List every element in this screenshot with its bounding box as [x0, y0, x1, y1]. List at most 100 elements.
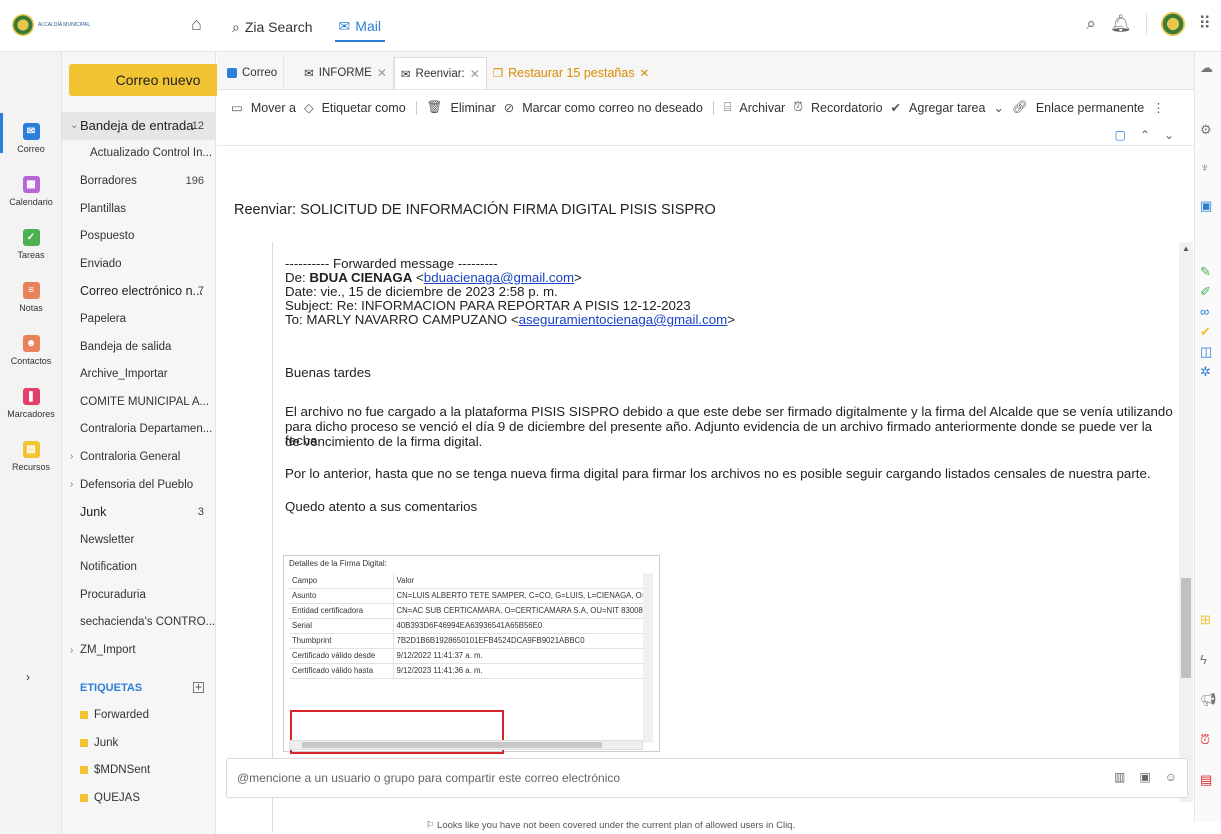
close-icon[interactable]: ✕	[377, 66, 387, 80]
rail-bookmarks[interactable]: ❚ Marcadores	[0, 388, 62, 419]
delete-button[interactable]: Eliminar	[451, 101, 496, 115]
org-logo[interactable]: ALCALDÍA MUNICIPAL	[12, 14, 98, 36]
settings-icon[interactable]: ⚙	[1200, 122, 1212, 138]
mail-tab[interactable]: ✉ Mail	[334, 12, 385, 42]
more-icon[interactable]: ⋮	[1152, 100, 1165, 115]
label-item[interactable]: Junk	[62, 729, 216, 757]
chevron-down-icon[interactable]: ⌄	[993, 100, 1003, 115]
apps-grid-icon[interactable]: ⠿	[1199, 14, 1211, 34]
home-icon[interactable]: ⌂	[191, 14, 202, 35]
calendar-icon[interactable]: ▣	[1200, 198, 1212, 214]
message-scrollbar[interactable]: ▲ ▼	[1179, 242, 1193, 802]
folder-inbox[interactable]: ⌄ Bandeja de entrada 12	[62, 112, 216, 140]
chevron-down-icon[interactable]: ⌄	[1164, 128, 1174, 142]
scrollbar	[643, 573, 653, 743]
folder-item[interactable]: sechacienda's CONTRO...	[62, 609, 216, 637]
label-item[interactable]: Forwarded	[62, 701, 216, 729]
folder-templates[interactable]: Plantillas	[62, 195, 216, 223]
folder-spam[interactable]: Correo electrónico n... 7	[62, 278, 216, 306]
rail-calendar[interactable]: ▦ Calendario	[0, 176, 62, 207]
zia-search-button[interactable]: ⌕ Zia Search	[228, 12, 317, 42]
megaphone-icon[interactable]: 📢︎	[1200, 692, 1217, 708]
folder-item[interactable]: COMITE MUNICIPAL A...	[62, 388, 216, 416]
from-email-link[interactable]: bduacienaga@gmail.com	[424, 270, 574, 285]
rail-resources[interactable]: ▤ Recursos	[0, 441, 62, 472]
move-to-button[interactable]: Mover a	[251, 101, 296, 115]
folder-junk[interactable]: Junk 3	[62, 498, 216, 526]
zia-search-label: Zia Search	[244, 19, 313, 35]
chevron-right-icon[interactable]: ›	[70, 451, 73, 462]
rail-contacts[interactable]: ☻ Contactos	[0, 335, 62, 366]
label-item[interactable]: QUEJAS	[62, 784, 216, 812]
signature-image: Detalles de la Firma Digital: Campo Valor…	[283, 555, 660, 754]
folder-drafts[interactable]: Borradores 196	[62, 167, 216, 195]
tag-as-button[interactable]: Etiquetar como	[322, 101, 406, 115]
chevron-right-icon[interactable]: ›	[70, 479, 73, 490]
add-icon[interactable]: ⊞	[1200, 612, 1211, 628]
clipboard-icon[interactable]: ▣	[1139, 770, 1150, 784]
permalink-button[interactable]: Enlace permanente	[1036, 101, 1144, 115]
mark-spam-button[interactable]: Marcar como correo no deseado	[522, 101, 703, 115]
archive-icon: ⌸	[723, 100, 732, 114]
folder-snoozed[interactable]: Pospuesto	[62, 222, 216, 250]
folder-label: COMITE MUNICIPAL A...	[80, 395, 210, 408]
tab-forward[interactable]: ✉ Reenviar: ✕	[393, 57, 487, 89]
search-icon[interactable]: ⌕	[1086, 14, 1096, 34]
chevron-up-icon[interactable]: ⌃	[1140, 128, 1150, 142]
search-icon: ⌕	[232, 18, 240, 35]
folder-item[interactable]: › Defensoria del Pueblo	[62, 471, 216, 499]
alarm-icon[interactable]: ⏰︎	[1200, 732, 1210, 748]
chart-icon[interactable]: ◫	[1200, 344, 1212, 360]
folder-item[interactable]: Procuraduria	[62, 581, 216, 609]
folder-item[interactable]: › Contraloria General	[62, 443, 216, 471]
scrollbar-thumb	[302, 742, 602, 748]
folder-sent[interactable]: Enviado	[62, 250, 216, 278]
folder-outbox[interactable]: Bandeja de salida	[62, 333, 216, 361]
folder-item[interactable]: Actualizado Control In...	[62, 140, 216, 168]
label-item[interactable]: $MDNSent	[62, 757, 216, 785]
folder-label: Actualizado Control In...	[90, 147, 213, 160]
folder-item[interactable]: Archive_Importar	[62, 360, 216, 388]
tab-mail[interactable]: Correo	[221, 57, 285, 89]
avatar[interactable]	[1160, 12, 1185, 36]
chat-icon[interactable]: ▢	[1115, 128, 1126, 142]
add-task-button[interactable]: Agregar tarea	[909, 101, 985, 115]
emoji-icon[interactable]: ☺	[1165, 770, 1177, 784]
folder-item[interactable]: Contraloria Departamen...	[62, 416, 216, 444]
archive-button[interactable]: Archivar	[739, 101, 785, 115]
chevron-down-icon[interactable]: ⌄	[70, 120, 78, 131]
edit-icon[interactable]: ✎	[1200, 264, 1211, 280]
restore-tabs-button[interactable]: ❐ Restaurar 15 pestañas ✕	[487, 57, 655, 89]
rail-notes[interactable]: ≡ Notas	[0, 282, 62, 313]
close-icon[interactable]: ✕	[470, 67, 480, 81]
tab-informe[interactable]: ✉ INFORME ✕	[298, 57, 394, 89]
attach-icon[interactable]: ▥	[1114, 770, 1125, 784]
rail-tasks[interactable]: ✓ Tareas	[0, 229, 62, 260]
add-label-icon[interactable]: +	[193, 681, 204, 694]
folder-item[interactable]: › ZM_Import	[62, 636, 216, 664]
folder-item[interactable]: Newsletter	[62, 526, 216, 554]
bug-icon[interactable]: ✲	[1200, 364, 1211, 380]
notes-icon[interactable]: ✐	[1200, 284, 1211, 300]
chevron-right-icon[interactable]: ›	[70, 645, 73, 656]
reminder-button[interactable]: Recordatorio	[811, 101, 883, 115]
link-icon[interactable]: ∞	[1200, 304, 1209, 319]
scroll-up-icon[interactable]: ▲	[1182, 244, 1190, 253]
expand-chevron-icon[interactable]: ›	[26, 670, 30, 684]
bell-icon[interactable]: 🔔︎	[1110, 14, 1132, 34]
rail-label: Contactos	[10, 356, 52, 366]
scrollbar-thumb[interactable]	[1181, 578, 1191, 678]
check-icon[interactable]: ✔	[1200, 324, 1211, 340]
close-icon[interactable]: ✕	[640, 66, 650, 80]
folder-item[interactable]: Notification	[62, 554, 216, 582]
to-email-link[interactable]: aseguramientocienaga@gmail.com	[519, 312, 728, 327]
signature-icon[interactable]: ♆	[1200, 160, 1210, 175]
lightning-icon[interactable]: ϟ	[1200, 652, 1207, 667]
rail-mail[interactable]: ✉ Correo	[0, 113, 62, 154]
check-icon: ✔	[890, 101, 902, 115]
integration-icon[interactable]: ☁	[1200, 60, 1213, 76]
chat-icon[interactable]: ▤	[1200, 772, 1212, 788]
mention-share-input[interactable]: @mencione a un usuario o grupo para comp…	[226, 758, 1188, 798]
restore-label: Restaurar 15 pestañas	[508, 66, 635, 80]
folder-trash[interactable]: Papelera	[62, 305, 216, 333]
